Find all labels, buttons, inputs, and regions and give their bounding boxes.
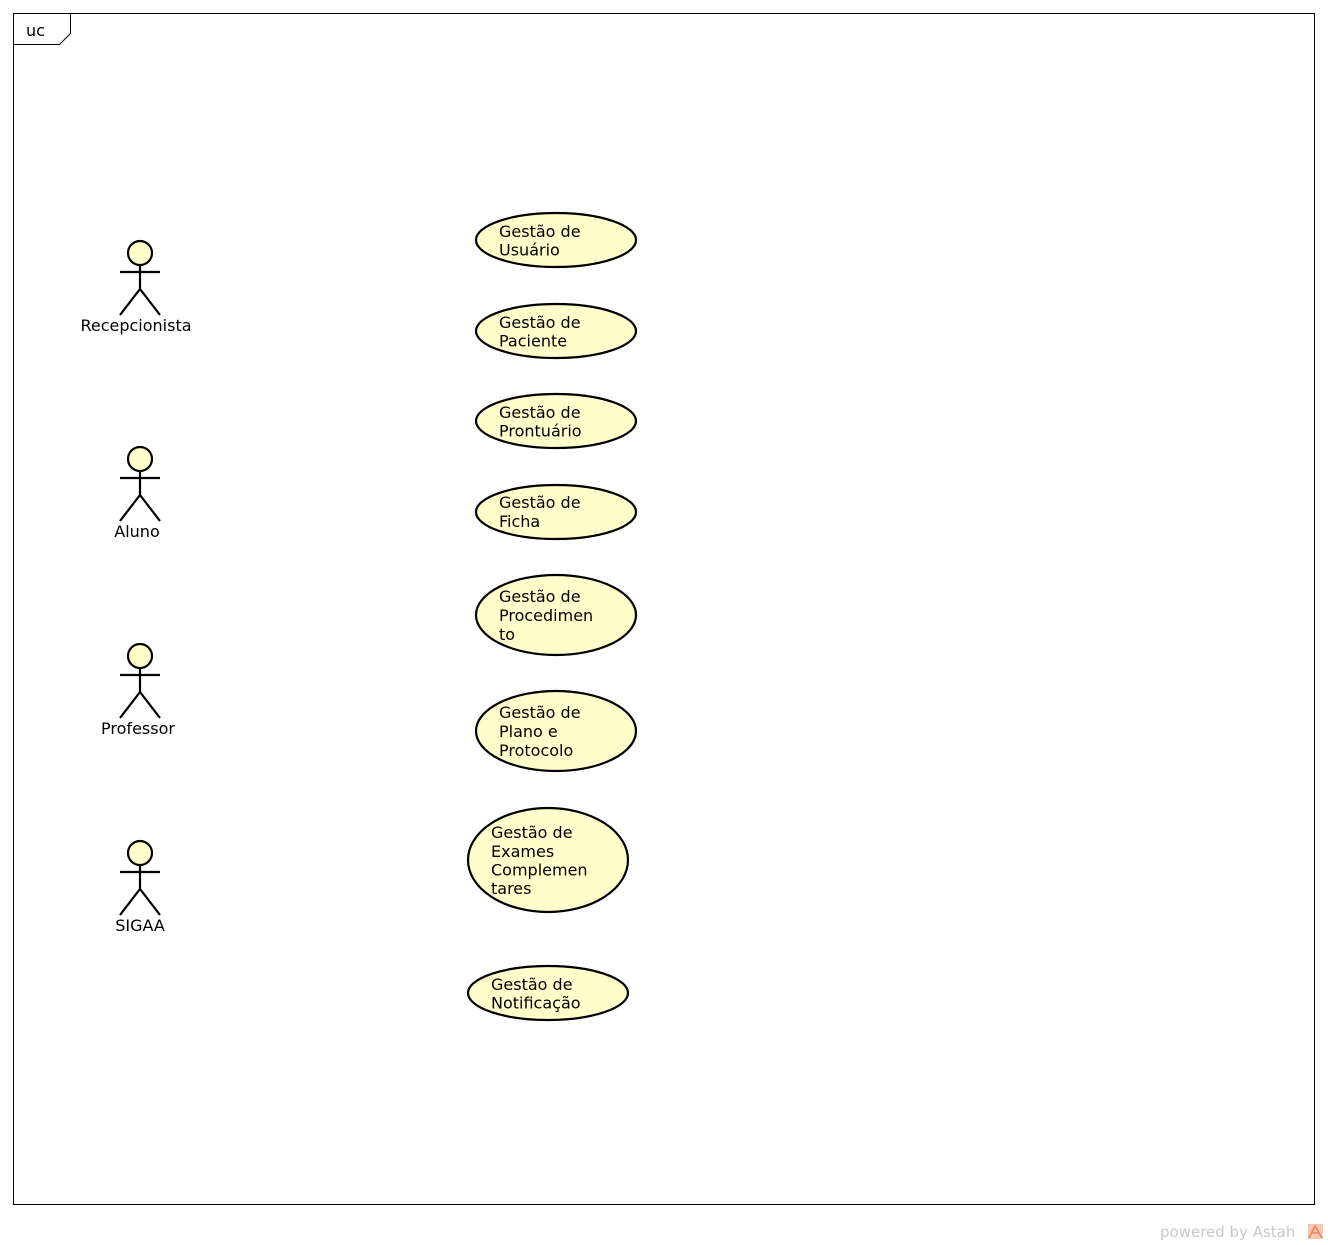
- actor-name: Aluno: [114, 522, 159, 541]
- use-case-gestao-prontuario[interactable]: Gestão de Prontuário: [474, 392, 638, 450]
- use-case-label-line: Gestão de: [499, 703, 581, 722]
- actor-name: Recepcionista: [80, 316, 191, 335]
- use-case-label-line: Gestão de: [499, 313, 581, 332]
- use-case-label-line: Gestão de: [499, 493, 581, 512]
- use-case-gestao-paciente[interactable]: Gestão de Paciente: [474, 302, 638, 360]
- use-case-label-line: Complemen: [491, 861, 588, 880]
- use-case-label-line: Paciente: [499, 332, 567, 351]
- use-case-label-line: Gestão de: [491, 823, 573, 842]
- use-case-label-line: Procedimen: [499, 606, 593, 625]
- actor-head: [126, 239, 154, 267]
- use-case-label-line: Notificação: [491, 994, 581, 1013]
- use-case-label-line: Gestão de: [499, 222, 581, 241]
- use-case-gestao-ficha[interactable]: Gestão de Ficha: [474, 483, 638, 541]
- frame-tag: uc: [26, 21, 45, 40]
- use-case-diagram: uc Recepcionista Aluno Professor SIGAA G…: [13, 13, 1323, 1241]
- actor-name: SIGAA: [115, 916, 165, 935]
- use-case-gestao-exames-complementares[interactable]: Gestão de Exames Complemen tares: [466, 806, 630, 914]
- use-case-gestao-procedimento[interactable]: Gestão de Procedimen to: [474, 573, 638, 657]
- use-case-label-line: tares: [491, 879, 531, 898]
- use-case-label-line: Protocolo: [499, 741, 573, 760]
- use-case-label-line: Gestão de: [499, 403, 581, 422]
- use-case-label-line: Gestão de: [491, 975, 573, 994]
- use-case-gestao-usuario[interactable]: Gestão de Usuário: [474, 211, 638, 269]
- use-case-label-line: Prontuário: [499, 422, 582, 441]
- actor-name: Professor: [101, 719, 175, 738]
- use-case-label-line: Exames: [491, 842, 554, 861]
- use-case-label: Gestão de Notificação: [491, 975, 581, 1013]
- actor-head: [126, 445, 154, 473]
- actor-head: [126, 839, 154, 867]
- use-case-label-line: Plano e: [499, 722, 558, 741]
- diagram-frame: [13, 13, 1315, 1205]
- powered-by-text: powered by Astah: [1160, 1223, 1295, 1241]
- use-case-label-line: to: [499, 625, 515, 644]
- use-case-label: Gestão de Prontuário: [499, 403, 586, 441]
- use-case-label-line: Usuário: [499, 241, 560, 260]
- use-case-label-line: Ficha: [499, 512, 540, 531]
- astah-logo-icon: [1308, 1224, 1323, 1239]
- actor-head: [126, 642, 154, 670]
- use-case-gestao-plano-protocolo[interactable]: Gestão de Plano e Protocolo: [474, 689, 638, 773]
- use-case-gestao-notificacao[interactable]: Gestão de Notificação: [466, 964, 630, 1022]
- use-case-label-line: Gestão de: [499, 587, 581, 606]
